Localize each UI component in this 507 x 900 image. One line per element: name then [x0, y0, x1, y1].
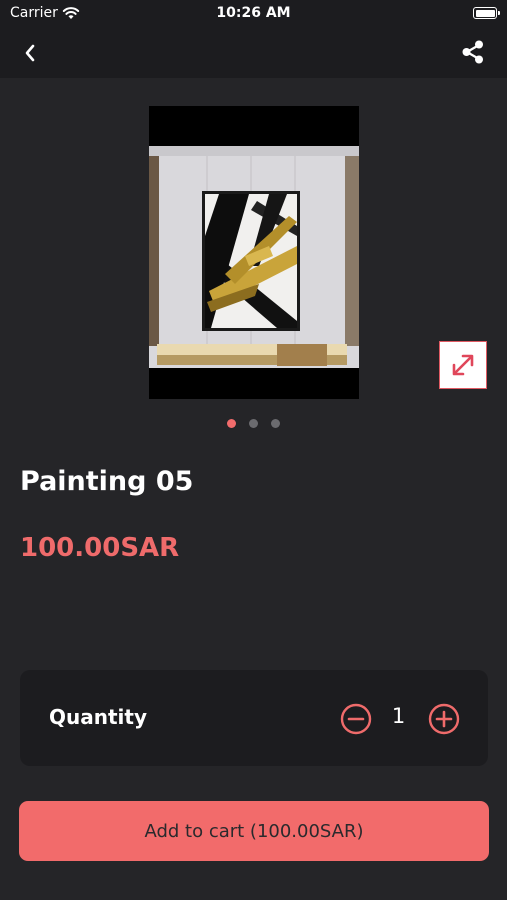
- image-pagination: [0, 419, 507, 428]
- add-to-cart-button[interactable]: Add to cart (100.00SAR): [19, 801, 489, 861]
- product-price: 100.00SAR: [20, 533, 180, 563]
- page-dot-1[interactable]: [227, 419, 236, 428]
- expand-arrows-icon: [452, 354, 474, 376]
- navigation-bar: [0, 28, 507, 78]
- product-image[interactable]: [149, 106, 359, 399]
- page-dot-3[interactable]: [271, 419, 280, 428]
- quantity-value: 1: [391, 704, 406, 728]
- status-bar: Carrier 10:26 AM: [0, 0, 507, 28]
- product-title: Painting 05: [20, 466, 194, 497]
- add-to-cart-label: Add to cart (100.00SAR): [144, 820, 364, 842]
- page-dot-2[interactable]: [249, 419, 258, 428]
- back-icon[interactable]: [18, 40, 44, 66]
- quantity-label: Quantity: [49, 705, 147, 729]
- clock: 10:26 AM: [216, 5, 291, 21]
- expand-image-button[interactable]: [439, 341, 487, 389]
- minus-circle-icon[interactable]: [340, 703, 372, 735]
- share-icon[interactable]: [459, 38, 487, 66]
- plus-circle-icon[interactable]: [428, 703, 460, 735]
- battery-icon: [473, 7, 500, 19]
- quantity-card: Quantity 1: [20, 670, 488, 766]
- painting-image: [149, 106, 359, 399]
